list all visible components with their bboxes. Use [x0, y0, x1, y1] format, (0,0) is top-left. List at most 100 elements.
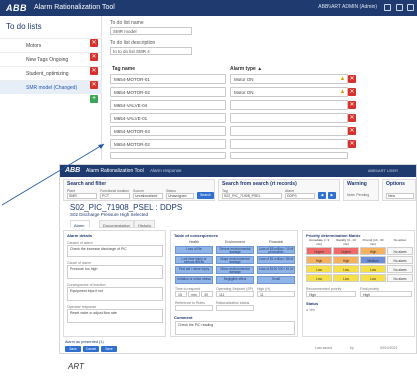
time-field[interactable]: 15 — [175, 291, 187, 297]
consequence-option[interactable]: Irritation or minor stress — [175, 276, 213, 284]
alarm-cell[interactable] — [230, 126, 348, 136]
save-next-button[interactable]: Save — [101, 346, 117, 352]
list-description-field[interactable]: to to do list SMR 4 — [110, 47, 192, 55]
consequence-option[interactable]: Loss of life — [175, 246, 213, 254]
response-field[interactable]: Reset valve or adjust flow rate — [67, 309, 163, 323]
consequence-option[interactable]: Minor environmental damage — [216, 266, 254, 274]
alarm-cell[interactable] — [230, 113, 348, 123]
search-button[interactable]: Search — [197, 192, 214, 199]
matrix-cell[interactable]: Urgent — [333, 247, 359, 255]
prev-button[interactable]: ◀ — [318, 192, 326, 199]
tag-cell[interactable]: M654-VALVE-04 — [110, 100, 226, 110]
matrix-cell[interactable]: Low — [306, 265, 332, 273]
setpoint-field[interactable]: 111 — [216, 291, 254, 297]
matrix-cell[interactable]: High — [360, 247, 386, 255]
sidebar-item-smr-model[interactable]: SMR model (Changed) — [0, 80, 102, 94]
matrix-cell[interactable]: Low — [333, 265, 359, 273]
delete-row-icon[interactable]: ✕ — [348, 114, 356, 122]
alarm-cell[interactable] — [230, 139, 348, 149]
time-unit-field[interactable]: min — [188, 291, 200, 297]
consequence-option[interactable]: Major environmental damage — [216, 256, 254, 264]
matrix-cell[interactable]: Low — [306, 274, 332, 282]
logout-icon[interactable] — [407, 4, 414, 11]
alarm-cell[interactable]: Motor ON — [230, 87, 348, 97]
alarm-cell[interactable] — [230, 100, 348, 110]
tag-search-panel: Search from search (rt records) Tag S02_… — [218, 179, 340, 201]
delete-list-icon[interactable]: ✕ — [90, 39, 98, 47]
delete-row-icon[interactable]: ✕ — [348, 127, 356, 135]
sidebar-item-new-tags[interactable]: New Tags Ongoing — [0, 52, 102, 66]
tab-documentation[interactable]: Documentation — [99, 220, 134, 228]
consequence-option[interactable]: Severe environmental damage — [216, 246, 254, 254]
high-field[interactable]: 11 — [257, 291, 295, 297]
tag-cell-empty[interactable] — [110, 152, 226, 159]
matrix-cell[interactable]: Urgent — [306, 247, 332, 255]
consequence-option[interactable]: Loss of $1 million / $5 M — [257, 256, 295, 264]
rational-status-field[interactable] — [216, 305, 254, 311]
tag-cell[interactable]: M654-VALVE-01 — [110, 113, 226, 123]
cancel-button[interactable]: Cancel — [83, 346, 99, 352]
consequence-option[interactable]: Small — [257, 276, 295, 284]
user-label[interactable]: ABB\\ART USER — [368, 168, 398, 173]
delete-row-icon[interactable]: ✕ — [348, 75, 356, 83]
list-name-field[interactable]: SMR model — [110, 27, 192, 35]
delete-list-icon[interactable]: ✕ — [90, 67, 98, 75]
delete-list-icon[interactable]: ✕ — [90, 53, 98, 61]
consequence-field[interactable]: Equipment trips if not — [67, 287, 163, 301]
tool-menu[interactable]: Alarm response — [150, 168, 182, 173]
delete-row-icon[interactable]: ✕ — [348, 88, 356, 96]
cause-field[interactable]: Pressure too high — [67, 265, 163, 279]
alarm-select[interactable]: DDPS — [285, 193, 315, 199]
final-priority-field[interactable]: High — [360, 291, 412, 297]
consequence-option[interactable]: Loss of $100 000 / $1 M — [257, 266, 295, 274]
source-select[interactable]: Unrationalized — [133, 193, 163, 199]
tab-historic-values[interactable]: Historic values — [134, 220, 156, 233]
matrix-cell[interactable]: High — [306, 256, 332, 264]
save-button[interactable]: Save — [65, 346, 81, 352]
alarm-column-header[interactable]: Alarm type ▲ — [230, 66, 262, 72]
matrix-cell-selected[interactable]: Medium — [360, 256, 386, 264]
matrix-cell[interactable]: Low — [360, 274, 386, 282]
tag-cell[interactable]: M654-MOTOR-02 — [110, 139, 226, 149]
tag-cell[interactable]: M654-MOTOR-01 — [110, 74, 226, 84]
matrix-cell[interactable]: No alarm — [387, 274, 413, 282]
recommended-priority-field[interactable]: High — [306, 291, 356, 297]
matrix-cell[interactable]: High — [333, 256, 359, 264]
settings-icon[interactable] — [396, 4, 403, 11]
consequence-option[interactable]: Lost time injury or serious illness — [175, 256, 213, 264]
matrix-cell[interactable]: No alarm — [387, 265, 413, 273]
user-label[interactable]: ABB\\ART ADMIN (Admin) — [318, 4, 377, 10]
location-select[interactable]: PCT — [100, 193, 130, 199]
delete-row-icon[interactable]: ✕ — [348, 140, 356, 148]
matrix-cell[interactable]: Low — [333, 274, 359, 282]
consequence-option[interactable]: Negligible effect — [216, 276, 254, 284]
tag-column-header[interactable]: Tag name — [112, 66, 135, 72]
options-select[interactable]: New — [386, 193, 414, 199]
matrix-cell[interactable]: No alarm — [387, 256, 413, 264]
tag-search-input[interactable]: S02_PIC_71908_PSEL — [222, 193, 282, 199]
tab-alarm-details[interactable]: Alarm details — [70, 220, 90, 233]
last-saved-label: Last saved — [315, 346, 332, 350]
next-button[interactable]: ▶ — [328, 192, 336, 199]
plant-select[interactable]: SMR — [67, 193, 97, 199]
sidebar-item-student[interactable]: Student_optimizing — [0, 66, 102, 80]
alarm-cell-empty[interactable] — [230, 152, 348, 159]
add-list-icon[interactable]: + — [90, 95, 98, 103]
status-radio[interactable]: ● Yes — [306, 308, 315, 312]
time-max-field[interactable]: 30 — [201, 291, 213, 297]
comment-field[interactable]: Check the PIC reading — [175, 321, 295, 335]
help-icon[interactable] — [384, 4, 391, 11]
matrix-cell[interactable]: Low — [360, 265, 386, 273]
delete-row-icon[interactable]: ✕ — [348, 101, 356, 109]
delete-list-icon[interactable]: ✕ — [90, 81, 98, 89]
tag-cell[interactable]: M654-MOTOR-03 — [110, 126, 226, 136]
consequence-option[interactable]: Loss of $5 million / 10 M production — [257, 246, 295, 254]
status-select[interactable]: Unassigned — [166, 193, 194, 199]
matrix-cell[interactable]: No alarm — [387, 247, 413, 255]
consequence-option[interactable]: First aid / minor injury — [175, 266, 213, 274]
sidebar-item-motors[interactable]: Motors — [0, 38, 102, 52]
alarm-cell[interactable]: Motor ON — [230, 74, 348, 84]
rules-field[interactable] — [175, 305, 213, 311]
cause-textarea[interactable]: Check the increase discharge of PIC — [67, 245, 163, 257]
tag-cell[interactable]: M654-MOTOR-02 — [110, 87, 226, 97]
